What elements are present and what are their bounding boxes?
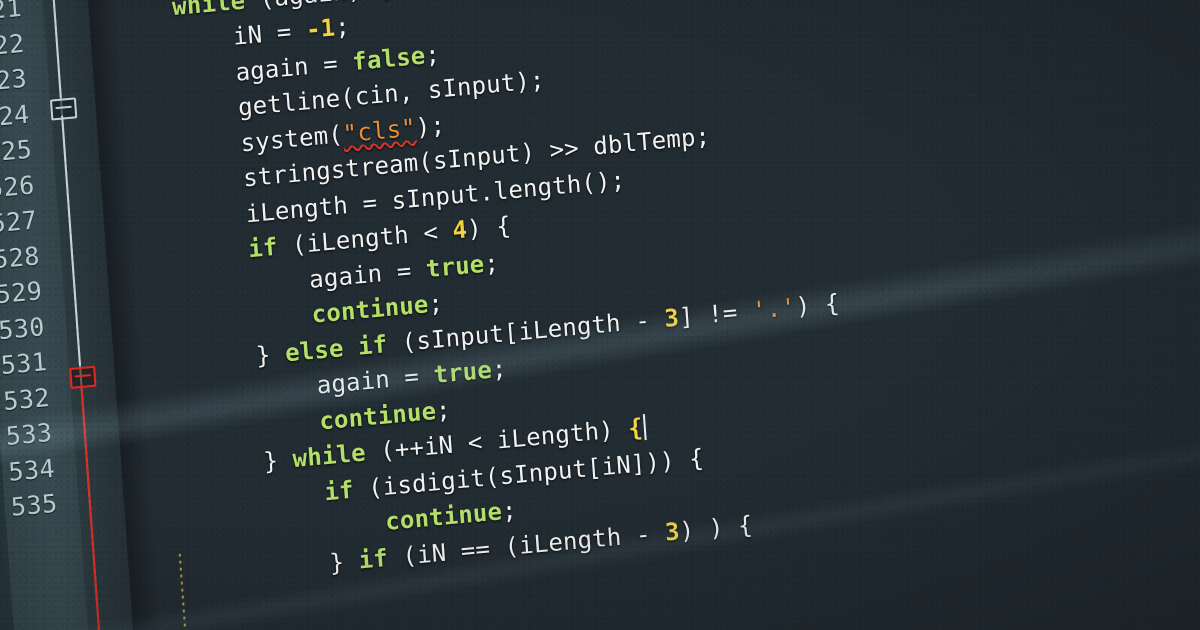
- fold-marker-collapse-inner[interactable]: [69, 365, 97, 389]
- code-token-str: '.': [750, 292, 797, 325]
- code-token-ctl: if: [247, 232, 279, 264]
- fold-minus-icon: [74, 374, 91, 378]
- code-token-caret-brace: {: [627, 413, 644, 443]
- code-token-lit: false: [351, 40, 427, 76]
- code-token-lit: true: [432, 355, 493, 389]
- code-token-ctl: else if: [284, 329, 389, 367]
- code-token-pln: ;: [424, 39, 441, 69]
- code-editor-screenshot: 5175185195205215225235245255265275285295…: [0, 0, 1200, 630]
- code-token-ctl: while: [171, 0, 247, 21]
- code-token-pln: );: [414, 110, 446, 142]
- code-token-pln: ;: [483, 248, 500, 278]
- code-token-num: -1: [305, 13, 337, 45]
- code-text[interactable]: string sInput; int iLength, iN; double d…: [100, 0, 856, 597]
- code-token-ctl: if: [323, 475, 355, 506]
- code-token-pln: ) {: [466, 211, 512, 244]
- code-token-ctl: continue: [318, 396, 438, 436]
- code-token-ctl: continue: [384, 497, 504, 536]
- fold-minus-icon: [55, 105, 72, 110]
- code-token-pln: ) ) {: [678, 510, 754, 545]
- code-token-pln: [113, 0, 173, 26]
- code-token-ctl: if: [357, 543, 389, 575]
- code-token-str: "cls": [341, 113, 417, 148]
- editor-surface: 5175185195205215225235245255265275285295…: [0, 0, 1200, 630]
- code-token-pln: ;: [334, 12, 351, 42]
- code-token-pln: ) {: [794, 288, 841, 321]
- code-token-pln: ;: [501, 496, 518, 526]
- code-token-pln: ;: [490, 354, 508, 384]
- code-token-ctl: while: [291, 438, 367, 474]
- code-token-pln: ;: [435, 395, 452, 425]
- code-token-ctl: continue: [310, 290, 430, 329]
- code-token-pln: ;: [427, 288, 445, 319]
- code-token-lit: true: [424, 249, 486, 283]
- code-token-pln: ] !=: [678, 296, 753, 331]
- fold-marker-collapse-outer[interactable]: [49, 97, 78, 121]
- code-token-pln: [131, 235, 250, 274]
